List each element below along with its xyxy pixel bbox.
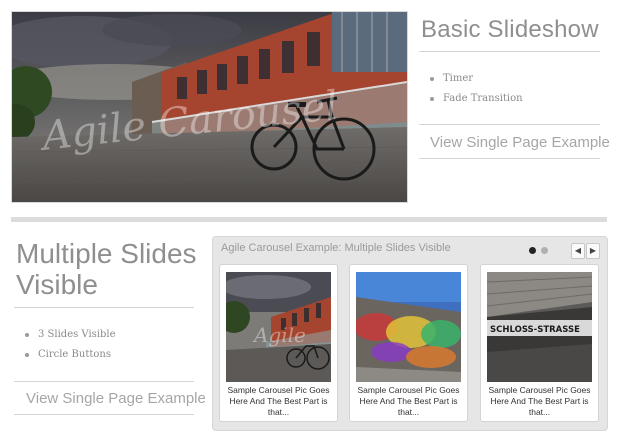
basic-link-top-rule — [419, 124, 600, 125]
slide-watermark-text: Agile — [252, 323, 306, 347]
slide-image: SCHLOSS-STRASSE — [487, 272, 592, 382]
slide-caption: Sample Carousel Pic Goes Here And The Be… — [357, 385, 460, 417]
basic-slideshow-image[interactable]: Agile Carousel — [11, 11, 408, 203]
feature-item: Timer — [429, 69, 589, 89]
carousel-slide[interactable]: Sample Carousel Pic Goes Here And The Be… — [349, 264, 468, 422]
section-separator — [11, 217, 607, 222]
carousel-title: Agile Carousel Example: Multiple Slides … — [221, 242, 451, 254]
slide-sign-text: SCHLOSS-STRASSE — [490, 325, 580, 335]
feature-item: Circle Buttons — [24, 345, 184, 365]
multiple-view-example-link[interactable]: View Single Page Example — [26, 390, 206, 407]
graffiti-wall-thumbnail — [356, 272, 461, 382]
carousel-prev-button[interactable]: ◀ — [571, 243, 585, 259]
basic-slideshow-title: Basic Slideshow — [421, 16, 599, 43]
multiple-slides-title-line2: Visible — [16, 269, 98, 300]
carousel-next-button[interactable]: ▶ — [586, 243, 600, 259]
carousel-dot[interactable] — [541, 247, 548, 254]
chevron-left-icon: ◀ — [574, 246, 582, 255]
agile-carousel: Agile Carousel Example: Multiple Slides … — [212, 236, 608, 431]
multiple-link-bottom-rule — [14, 414, 194, 415]
multiple-feature-list: 3 Slides Visible Circle Buttons — [24, 325, 184, 365]
carousel-slide[interactable]: Agile Sample Carousel Pic Goes Here And … — [219, 264, 338, 422]
slide-caption: Sample Carousel Pic Goes Here And The Be… — [488, 385, 591, 417]
multiple-slides-title-line1: Multiple Slides — [16, 238, 197, 269]
multiple-title-rule — [14, 307, 194, 308]
carousel-dot-active[interactable] — [529, 247, 536, 254]
basic-title-rule — [419, 51, 600, 52]
street-bicycle-photo: Agile Carousel — [12, 12, 407, 202]
multiple-link-top-rule — [14, 381, 194, 382]
basic-link-bottom-rule — [419, 158, 600, 159]
basic-view-example-link[interactable]: View Single Page Example — [430, 134, 610, 151]
slide-image — [356, 272, 461, 382]
feature-item: Fade Transition — [429, 89, 589, 109]
slide-image: Agile — [226, 272, 331, 382]
chevron-right-icon: ▶ — [589, 246, 597, 255]
slide-caption: Sample Carousel Pic Goes Here And The Be… — [227, 385, 330, 417]
street-bicycle-thumbnail: Agile — [226, 272, 331, 382]
underpass-sign-thumbnail: SCHLOSS-STRASSE — [487, 272, 592, 382]
basic-feature-list: Timer Fade Transition — [429, 69, 589, 109]
carousel-slide[interactable]: SCHLOSS-STRASSE Sample Carousel Pic Goes… — [480, 264, 599, 422]
feature-item: 3 Slides Visible — [24, 325, 184, 345]
